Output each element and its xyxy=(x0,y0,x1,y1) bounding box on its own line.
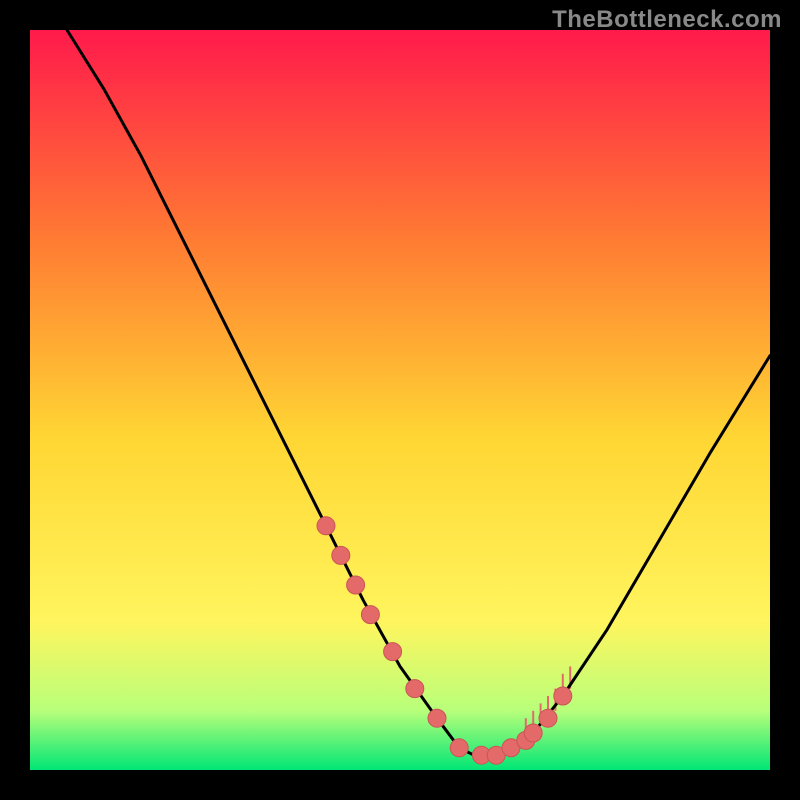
marker-dot xyxy=(539,709,557,727)
chart-stage: TheBottleneck.com xyxy=(0,0,800,800)
marker-dot xyxy=(384,643,402,661)
marker-dot xyxy=(332,546,350,564)
marker-dot xyxy=(450,739,468,757)
chart-svg xyxy=(0,0,800,800)
marker-dot xyxy=(347,576,365,594)
marker-dot xyxy=(361,606,379,624)
marker-dot xyxy=(406,680,424,698)
marker-dot xyxy=(524,724,542,742)
marker-dot xyxy=(317,517,335,535)
marker-dot xyxy=(554,687,572,705)
marker-dot xyxy=(428,709,446,727)
plot-area xyxy=(30,30,770,770)
watermark-text: TheBottleneck.com xyxy=(552,6,782,34)
